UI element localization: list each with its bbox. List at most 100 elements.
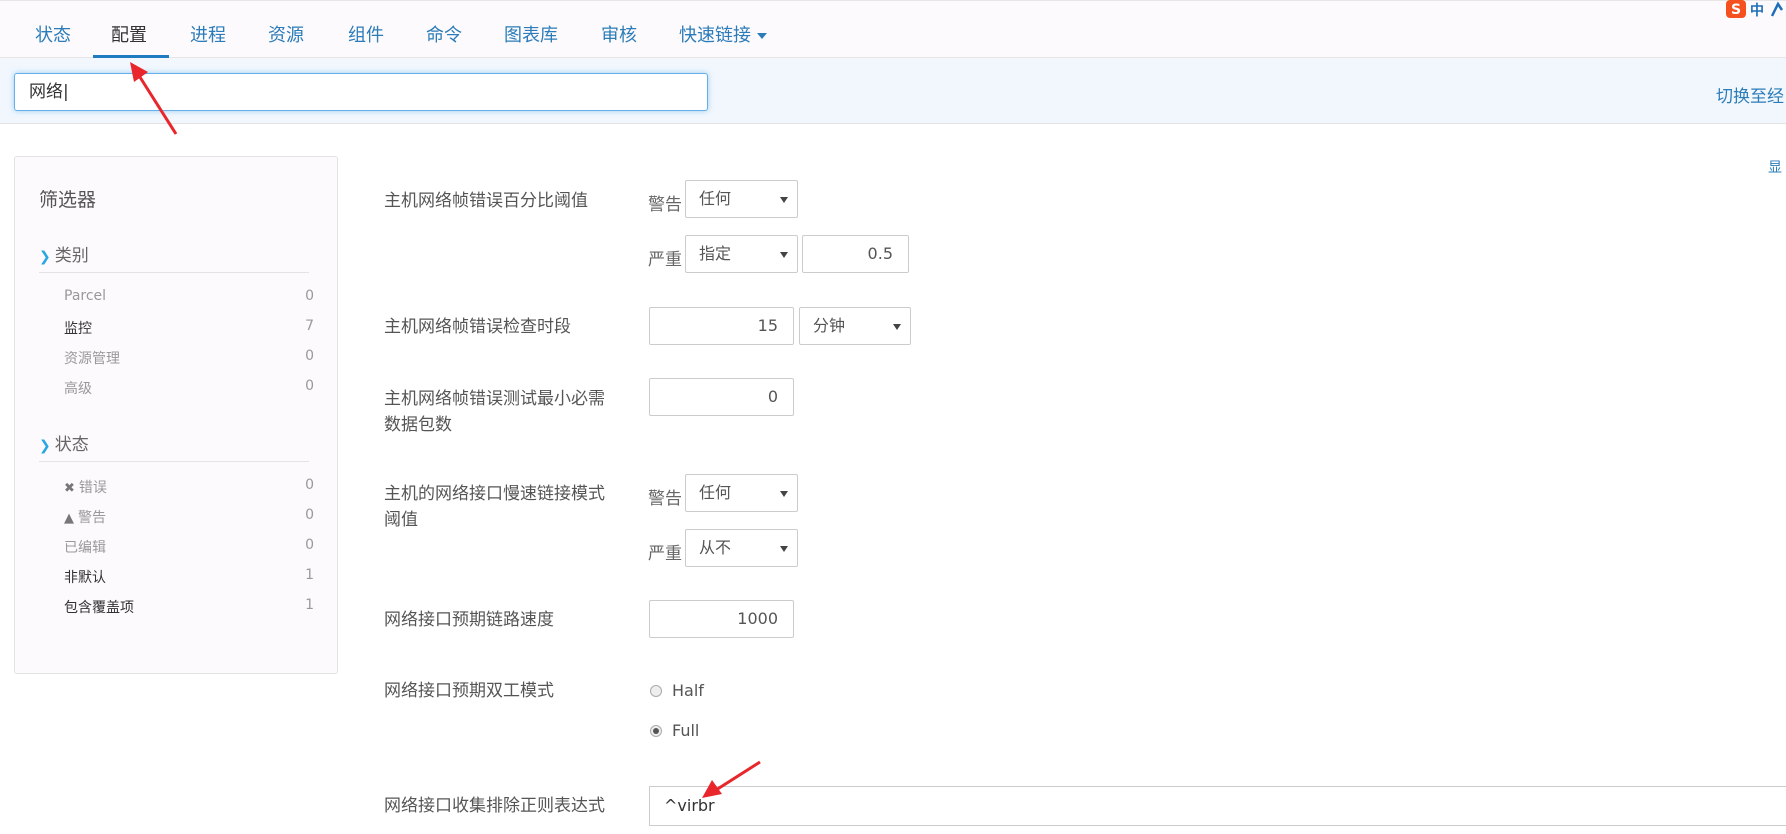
- tab-components[interactable]: 组件: [348, 21, 384, 47]
- annotation-arrow-icon: [702, 760, 761, 798]
- select-value: 分钟: [813, 316, 846, 335]
- crit-label: 严重: [648, 250, 682, 270]
- dropdown-arrow-icon: [780, 252, 788, 258]
- radio-unchecked-icon: [650, 685, 662, 697]
- select-value: 从不: [699, 538, 732, 557]
- label-line: 主机的网络接口慢速链接模式: [384, 484, 605, 504]
- ime-label: 中: [1750, 2, 1764, 19]
- select-value: 指定: [699, 244, 732, 263]
- filter-item-label: 非默认: [64, 570, 106, 586]
- tab-config[interactable]: 配置: [111, 21, 147, 47]
- setting-label-slow-link: 主机的网络接口慢速链接模式 阈值: [384, 481, 605, 533]
- filter-section-status[interactable]: ❯ 状态: [39, 430, 309, 462]
- filter-item-monitoring[interactable]: 监控 7: [64, 318, 314, 338]
- select-value: 任何: [699, 189, 732, 208]
- duplex-option-half[interactable]: Half: [650, 681, 704, 700]
- label-line: 数据包数: [384, 415, 452, 435]
- chevron-down-icon: [757, 33, 767, 39]
- exclude-regex-input[interactable]: ^virbr: [649, 786, 1786, 826]
- show-link[interactable]: 显: [1768, 157, 1782, 177]
- tab-processes[interactable]: 进程: [190, 21, 226, 47]
- filter-item-label: 包含覆盖项: [64, 600, 134, 616]
- tab-resources[interactable]: 资源: [268, 21, 304, 47]
- dropdown-arrow-icon: [780, 491, 788, 497]
- filter-item-label: 已编辑: [64, 540, 106, 556]
- filter-item-label: Parcel: [64, 288, 107, 304]
- label-line: 主机网络帧错误测试最小必需: [384, 389, 605, 409]
- svg-text:S: S: [1731, 2, 1741, 18]
- filter-item-label: 警告: [78, 510, 106, 526]
- filter-item-count: 1: [305, 567, 314, 583]
- filter-item-has-overrides[interactable]: 包含覆盖项 1: [64, 597, 314, 617]
- top-nav: 状态 配置 进程 资源 组件 命令 图表库 审核 快速链接: [0, 0, 1786, 59]
- search-bar: 网络| 切换至经: [0, 58, 1786, 124]
- duplex-option-full[interactable]: Full: [650, 721, 699, 740]
- frame-error-warn-select[interactable]: 任何: [685, 180, 798, 218]
- tab-commands[interactable]: 命令: [426, 21, 462, 47]
- radio-label: Full: [672, 721, 700, 740]
- radio-label: Half: [672, 681, 704, 700]
- setting-label-link-speed: 网络接口预期链路速度: [384, 610, 554, 630]
- chevron-down-icon: ❯: [39, 249, 51, 265]
- filter-item-count: 0: [305, 288, 314, 304]
- setting-label-exclude-regex: 网络接口收集排除正则表达式: [384, 796, 605, 816]
- min-packets-input[interactable]: 0: [649, 378, 794, 416]
- tab-quick-links-label: 快速链接: [679, 25, 751, 46]
- frame-error-window-unit-select[interactable]: 分钟: [799, 307, 911, 345]
- filter-item-count: 0: [305, 477, 314, 493]
- setting-label-min-packets: 主机网络帧错误测试最小必需 数据包数: [384, 386, 605, 438]
- slow-link-warn-select[interactable]: 任何: [685, 474, 798, 512]
- filter-section-category-label: 类别: [54, 246, 89, 266]
- setting-label-frame-error-window: 主机网络帧错误检查时段: [384, 317, 571, 337]
- radio-checked-icon: [650, 725, 662, 737]
- filter-section-status-label: 状态: [54, 435, 89, 455]
- filter-item-count: 1: [305, 597, 314, 613]
- filter-item-label: 错误: [78, 480, 107, 496]
- switch-view-link[interactable]: 切换至经: [1716, 82, 1784, 107]
- warn-label: 警告: [648, 195, 682, 215]
- filter-item-label: 高级: [64, 381, 92, 397]
- dropdown-arrow-icon: [780, 197, 788, 203]
- error-icon: ✖: [64, 481, 75, 496]
- search-input-value: 网络: [29, 82, 63, 102]
- tab-quick-links[interactable]: 快速链接: [679, 21, 767, 47]
- filter-item-count: 0: [305, 378, 314, 394]
- tab-audit[interactable]: 审核: [601, 21, 637, 47]
- filter-item-error[interactable]: ✖ 错误 0: [64, 477, 314, 497]
- dropdown-arrow-icon: [893, 324, 901, 330]
- tab-status[interactable]: 状态: [35, 21, 71, 47]
- filter-item-count: 0: [305, 348, 314, 364]
- crit-label: 严重: [648, 544, 682, 564]
- slow-link-crit-select[interactable]: 从不: [685, 529, 798, 567]
- filter-title: 筛选器: [39, 189, 97, 211]
- filter-item-label: 资源管理: [64, 351, 120, 367]
- frame-error-window-input[interactable]: 15: [649, 307, 794, 345]
- search-input[interactable]: 网络|: [14, 73, 708, 111]
- filter-item-non-default[interactable]: 非默认 1: [64, 567, 314, 587]
- chevron-down-icon: ❯: [39, 438, 51, 454]
- filter-item-parcel[interactable]: Parcel 0: [64, 288, 314, 304]
- annotation-arrow-icon: [130, 62, 178, 135]
- label-line: 阈值: [384, 510, 418, 530]
- frame-error-crit-number[interactable]: 0.5: [802, 235, 909, 273]
- filter-item-advanced[interactable]: 高级 0: [64, 378, 314, 398]
- filter-item-count: 0: [305, 507, 314, 523]
- filter-section-category[interactable]: ❯ 类别: [39, 241, 309, 273]
- ime-indicator-icon: S 中: [1726, 0, 1784, 19]
- tab-chart-library[interactable]: 图表库: [504, 21, 558, 47]
- frame-error-crit-select[interactable]: 指定: [685, 235, 798, 273]
- filter-panel: 筛选器 ❯ 类别 Parcel 0 监控 7 资源管理 0 高级 0 ❯ 状态 ✖ 错误 0 ▲…: [14, 156, 338, 674]
- link-speed-input[interactable]: 1000: [649, 600, 794, 638]
- setting-label-frame-error-pct: 主机网络帧错误百分比阈值: [384, 191, 588, 211]
- filter-item-edited[interactable]: 已编辑 0: [64, 537, 314, 557]
- warn-label: 警告: [648, 489, 682, 509]
- filter-item-warning[interactable]: ▲ 警告 0: [64, 507, 314, 527]
- dropdown-arrow-icon: [780, 546, 788, 552]
- filter-item-label: 监控: [64, 321, 92, 337]
- filter-item-count: 7: [305, 318, 314, 334]
- filter-item-count: 0: [305, 537, 314, 553]
- select-value: 任何: [699, 483, 732, 502]
- warning-icon: ▲: [64, 511, 74, 526]
- filter-item-resource-mgmt[interactable]: 资源管理 0: [64, 348, 314, 368]
- setting-label-duplex: 网络接口预期双工模式: [384, 681, 554, 701]
